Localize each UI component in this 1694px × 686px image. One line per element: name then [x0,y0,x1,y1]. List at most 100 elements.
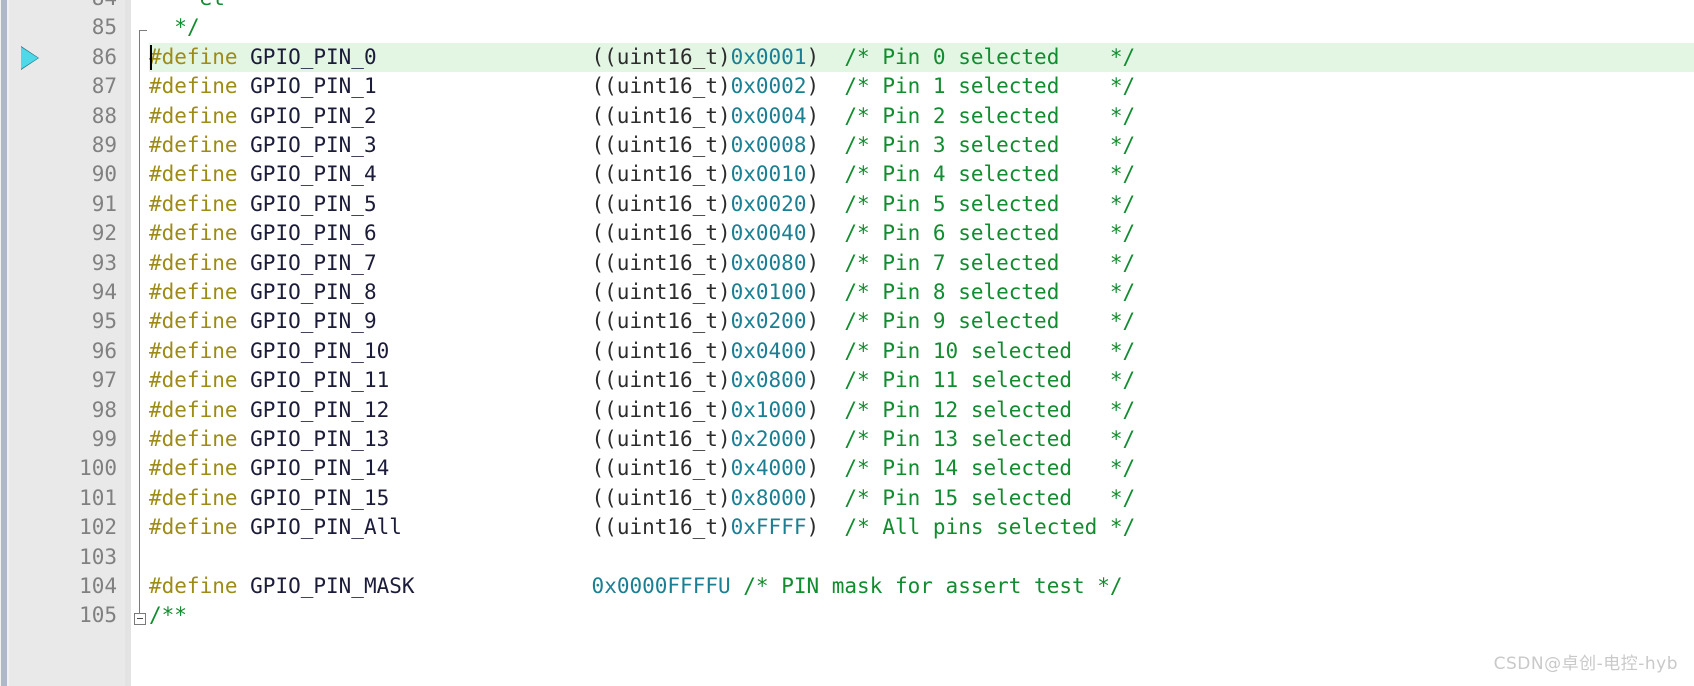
code-line[interactable]: #define GPIO_PIN_15 ((uint16_t)0x8000) /… [149,484,1694,513]
code-line[interactable]: #define GPIO_PIN_7 ((uint16_t)0x0080) /*… [149,249,1694,278]
code-line[interactable]: #define GPIO_PIN_13 ((uint16_t)0x2000) /… [149,425,1694,454]
code-token: ) [806,221,820,246]
code-token: 0x4000 [730,456,807,481]
code-token: #define [149,162,238,187]
scrollbar-thumb[interactable] [1,0,7,686]
line-number: 87 [91,74,117,99]
code-token: 0x0010 [730,162,807,187]
code-line[interactable] [149,543,1694,572]
execution-pointer-triangle-icon[interactable] [21,46,38,69]
code-line[interactable]: #define GPIO_PIN_8 ((uint16_t)0x0100) /*… [149,278,1694,307]
code-token: /* Pin 1 selected */ [819,74,1136,99]
line-number: 94 [91,280,117,304]
line-number: 84 [92,0,117,13]
code-token: ((uint16_t) [389,397,731,422]
code-token: #define [149,250,238,275]
code-token: #define [149,427,238,451]
code-token: ((uint16_t) [389,485,731,510]
code-token: GPIO_PIN_15 [237,485,390,510]
code-token: 0x0001 [730,44,807,69]
code-line[interactable]: #define GPIO_PIN_5 ((uint16_t)0x0020) /*… [149,190,1694,219]
code-token: /* Pin 12 selected */ [819,397,1136,422]
code-line[interactable]: /** [149,601,1694,630]
code-line[interactable]: #define GPIO_PIN_12 ((uint16_t)0x1000) /… [149,396,1694,425]
code-token: #define [149,515,238,540]
code-token: ) [806,280,820,304]
line-number: 88 [91,103,117,128]
watermark-text: CSDN@卓创-电控-hyb [1493,654,1678,674]
code-token: GPIO_PIN_0 [237,44,377,69]
code-token: GPIO_PIN_3 [237,133,377,157]
code-token: ) [806,309,820,334]
code-token: /* Pin 2 selected */ [819,103,1136,128]
line-number: 104 [79,574,117,598]
code-line[interactable]: #define GPIO_PIN_11 ((uint16_t)0x0800) /… [149,366,1694,395]
code-line[interactable]: #define GPIO_PIN_3 ((uint16_t)0x0008) /*… [149,131,1694,160]
code-token: ) [806,103,820,128]
code-token: ((uint16_t) [376,162,731,187]
line-number: 91 [91,191,117,216]
code-line[interactable]: #define GPIO_PIN_14 ((uint16_t)0x4000) /… [149,454,1694,483]
code-line[interactable]: #define GPIO_PIN_1 ((uint16_t)0x0002) /*… [149,72,1694,101]
code-line[interactable]: #define GPIO_PIN_6 ((uint16_t)0x0040) /*… [149,219,1694,248]
code-token: #define [149,574,238,598]
code-token: /* Pin 5 selected */ [819,191,1136,216]
code-token: 0x2000 [730,427,807,451]
code-token: ) [806,485,820,510]
fold-collapse-minus-box-icon[interactable] [134,613,146,625]
code-token: ) [806,250,820,275]
code-token: 0x1000 [730,397,807,422]
code-token: ((uint16_t) [389,427,731,451]
line-number: 86 [91,44,117,69]
code-line[interactable]: */ [149,13,1694,42]
code-token: /* Pin 7 selected */ [819,250,1136,275]
code-token: /* Pin 15 selected */ [819,485,1136,510]
code-token: ((uint16_t) [376,309,731,334]
code-token: ((uint16_t) [401,515,731,540]
code-token: ) [806,456,820,481]
code-token: 0x0080 [730,250,807,275]
code-token: /* Pin 14 selected */ [819,456,1136,481]
line-number: 98 [91,397,117,422]
line-number-gutter[interactable]: 84 85 86 87 88 89 90 91 92 93 94 95 96 97 98 99 100 101 10… [9,0,131,686]
code-text-area[interactable]: et */#define GPIO_PIN_0 ((uint16_t)0x000… [149,0,1694,686]
code-line[interactable]: #define GPIO_PIN_MASK 0x0000FFFFU /* PIN… [149,572,1694,601]
code-token: #define [149,280,238,304]
code-line[interactable]: #define GPIO_PIN_0 ((uint16_t)0x0001) /*… [149,43,1694,72]
code-folding-column[interactable] [131,0,149,686]
line-number: 103 [79,544,117,569]
code-token: /* Pin 3 selected */ [819,133,1136,157]
code-line[interactable]: et [149,0,1694,13]
code-token: ) [806,191,820,216]
code-token: GPIO_PIN_10 [237,338,390,363]
code-token: /* Pin 13 selected */ [819,427,1136,451]
code-token: GPIO_PIN_6 [237,221,377,246]
code-token: #define [149,309,238,334]
code-token: #define [149,456,238,481]
code-token: ((uint16_t) [376,133,731,157]
line-number: 92 [91,221,117,246]
code-token: /** [149,603,187,628]
code-token: ((uint16_t) [376,103,731,128]
code-token: #define [149,103,238,128]
code-token: 0x0200 [730,309,807,334]
code-line[interactable]: #define GPIO_PIN_9 ((uint16_t)0x0200) /*… [149,307,1694,336]
code-line[interactable]: #define GPIO_PIN_10 ((uint16_t)0x0400) /… [149,337,1694,366]
code-token: /* Pin 11 selected */ [819,368,1136,393]
code-token: 0x8000 [730,485,807,510]
code-token: #define [149,338,238,363]
code-line[interactable]: #define GPIO_PIN_2 ((uint16_t)0x0004) /*… [149,102,1694,131]
line-number: 89 [91,133,117,157]
code-line[interactable]: #define GPIO_PIN_All ((uint16_t)0xFFFF) … [149,513,1694,542]
code-token: /* Pin 9 selected */ [819,309,1136,334]
code-token: #define [149,44,238,69]
code-editor[interactable]: 84 85 86 87 88 89 90 91 92 93 94 95 96 97 98 99 100 101 10… [0,0,1694,686]
code-token: /* Pin 0 selected */ [819,44,1136,69]
code-line[interactable]: #define GPIO_PIN_4 ((uint16_t)0x0010) /*… [149,160,1694,189]
code-token: GPIO_PIN_13 [237,427,390,451]
code-token: /* PIN mask for assert test */ [730,574,1123,598]
line-number: 100 [79,456,117,481]
code-token: /* All pins selected */ [819,515,1136,540]
